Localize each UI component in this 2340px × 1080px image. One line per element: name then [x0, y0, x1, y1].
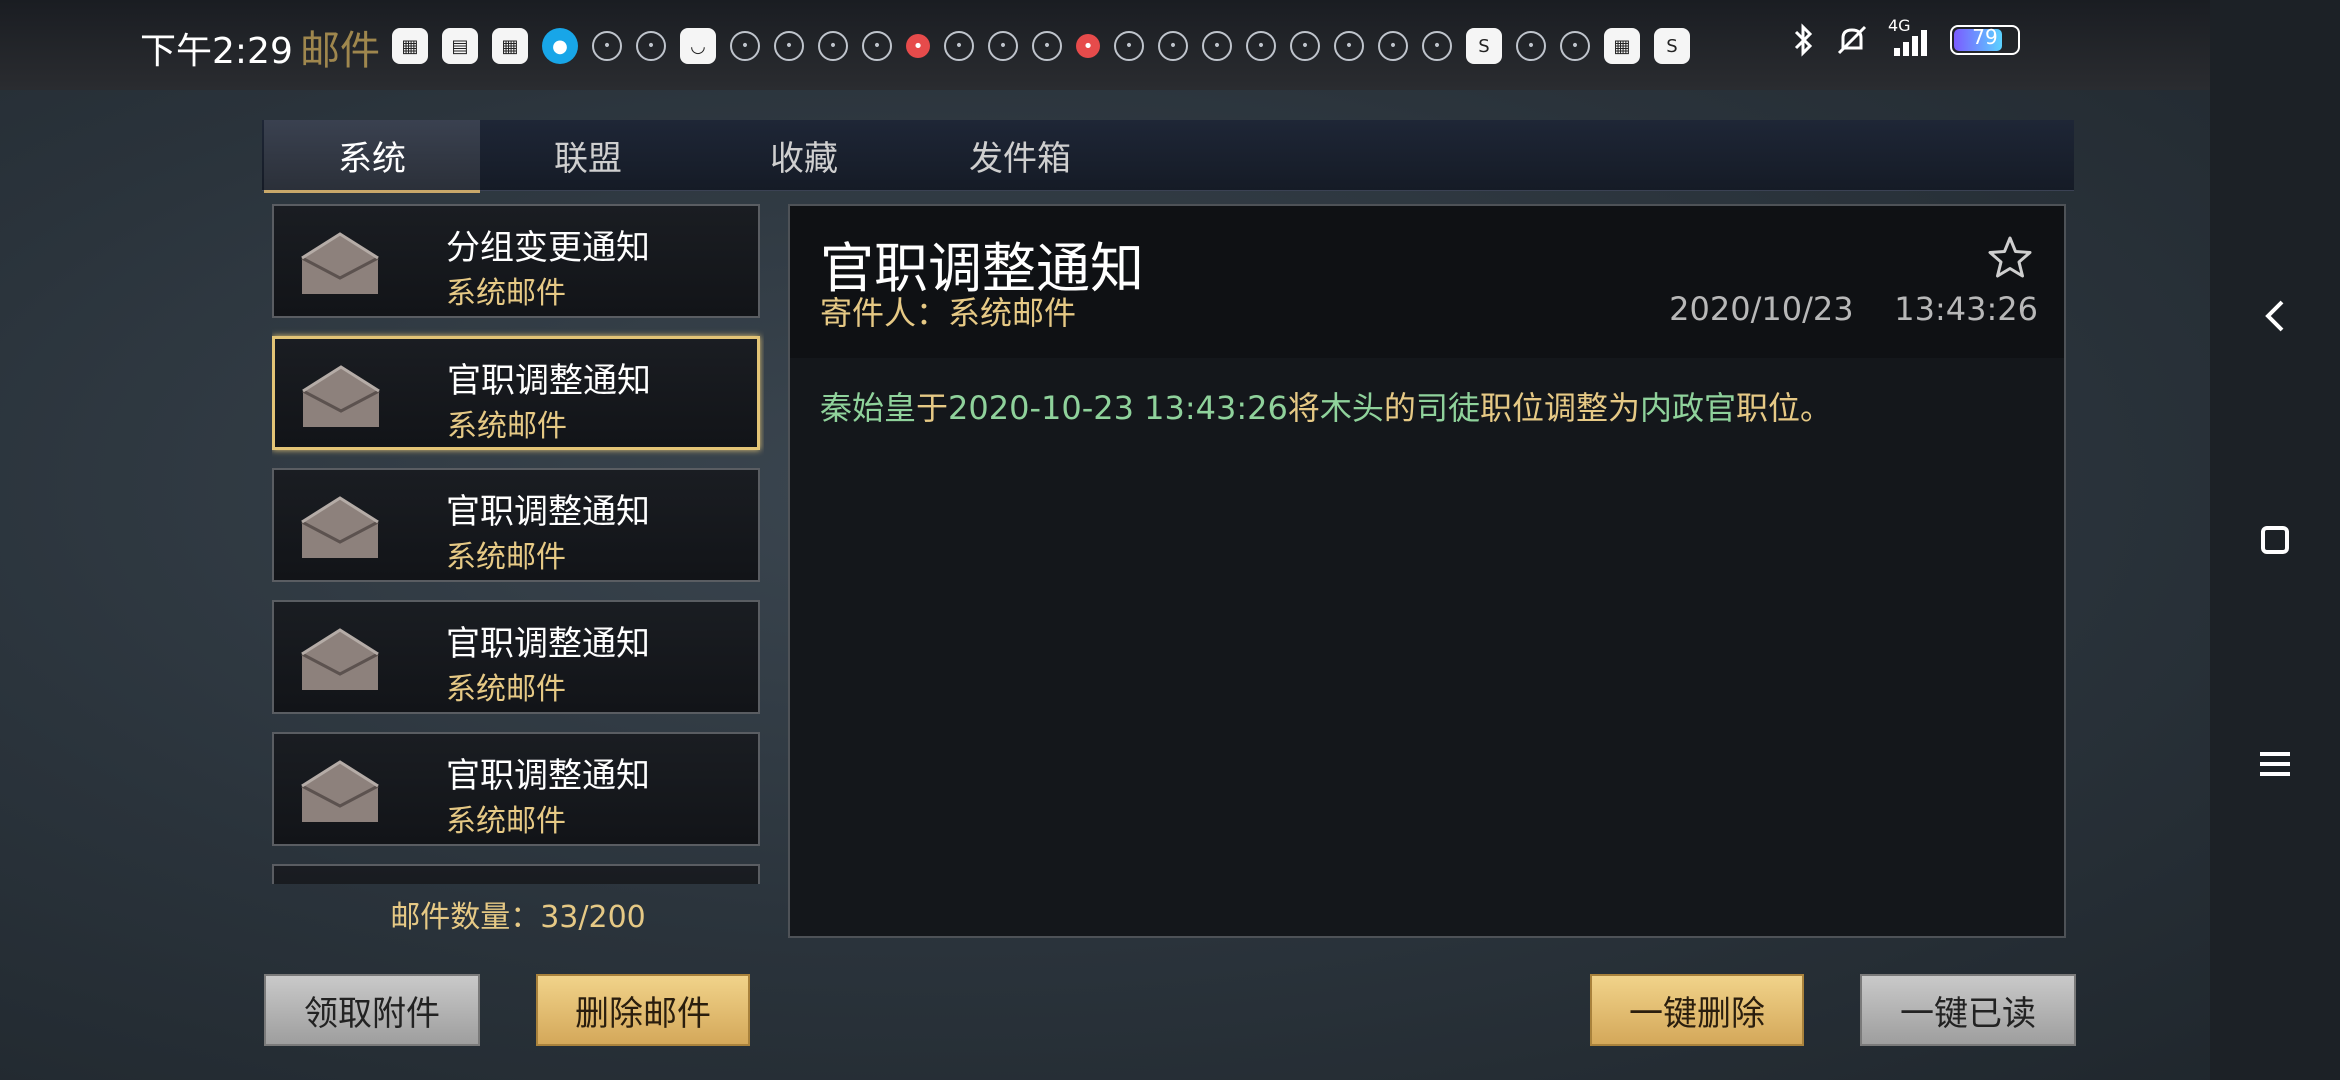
mail-detail: 官职调整通知 寄件人：系统邮件 2020/10/23 13:43:26 秦始皇于… — [788, 204, 2066, 938]
notification-icon: • — [988, 31, 1018, 61]
app-icon: ▦ — [1604, 28, 1640, 64]
notification-icon: • — [906, 34, 930, 58]
mail-count: 邮件数量：33/200 — [390, 900, 646, 935]
mail-tabs: 系统 联盟 收藏 发件箱 — [262, 120, 2074, 193]
open-envelope-icon — [301, 628, 379, 690]
mail-sender: 系统邮件 — [447, 409, 567, 444]
body-position: 司徒 — [1415, 389, 1480, 427]
list-item[interactable] — [272, 864, 760, 884]
body-name: 木头 — [1319, 389, 1384, 427]
notification-icon: • — [862, 31, 892, 61]
open-envelope-icon — [301, 496, 379, 558]
notification-icon: • — [1158, 31, 1188, 61]
app-icon: ▦ — [492, 28, 528, 64]
tab-system[interactable]: 系统 — [264, 120, 480, 193]
delete-all-button[interactable]: 一键删除 — [1590, 974, 1804, 1046]
detail-timestamp: 2020/10/23 13:43:26 — [1669, 290, 2038, 328]
navigation-bar — [2210, 0, 2340, 1080]
app-icon: S — [1466, 28, 1502, 64]
app-icon: ▦ — [392, 28, 428, 64]
body-datetime: 2020-10-23 13:43:26 — [948, 389, 1288, 427]
list-item[interactable]: 官职调整通知 系统邮件 — [272, 336, 760, 450]
notification-icon: • — [818, 31, 848, 61]
battery-icon: 79 — [1950, 25, 2020, 55]
notification-icon: • — [1114, 31, 1144, 61]
delete-mail-button[interactable]: 删除邮件 — [536, 974, 750, 1046]
detail-time: 13:43:26 — [1894, 290, 2038, 328]
home-button[interactable] — [2210, 500, 2340, 580]
mark-all-read-button[interactable]: 一键已读 — [1860, 974, 2076, 1046]
notification-icon: • — [1334, 31, 1364, 61]
notification-icon: • — [1202, 31, 1232, 61]
mail-sender: 系统邮件 — [446, 276, 566, 311]
system-indicators: 4G 79 — [1790, 16, 2020, 58]
notification-icon: • — [592, 31, 622, 61]
notification-icons: ▦ ▤ ▦ ● • • ◡ • • • • • • • • • • • • • … — [392, 26, 1690, 66]
notification-icon: • — [1076, 34, 1100, 58]
list-item[interactable]: 官职调整通知 系统邮件 — [272, 600, 760, 714]
body-position: 内政官 — [1639, 389, 1736, 427]
star-icon[interactable] — [1986, 234, 2034, 282]
square-icon — [2261, 526, 2289, 554]
mail-sender: 系统邮件 — [446, 540, 566, 575]
notification-icon: • — [944, 31, 974, 61]
back-button[interactable] — [2210, 276, 2340, 356]
mail-title: 官职调整通知 — [446, 624, 650, 664]
body-text: 职位。 — [1735, 389, 1832, 427]
signal-icon — [1894, 30, 1927, 56]
tab-alliance[interactable]: 联盟 — [480, 120, 696, 190]
notification-icon: • — [1422, 31, 1452, 61]
notification-icon: • — [1378, 31, 1408, 61]
body-name: 秦始皇 — [820, 389, 917, 427]
tab-favorites[interactable]: 收藏 — [696, 120, 912, 190]
list-item[interactable]: 官职调整通知 系统邮件 — [272, 468, 760, 582]
mail-title: 官职调整通知 — [446, 756, 650, 796]
bluetooth-icon — [1794, 23, 1813, 57]
list-item[interactable]: 官职调整通知 系统邮件 — [272, 732, 760, 846]
chevron-left-icon — [2265, 300, 2284, 332]
status-bar: 下午2:29 邮件 ▦ ▤ ▦ ● • • ◡ • • • • • • • • … — [0, 0, 2210, 90]
recents-button[interactable] — [2210, 724, 2340, 804]
body-text: 于 — [916, 389, 949, 427]
mail-detail-header: 官职调整通知 寄件人：系统邮件 2020/10/23 13:43:26 — [790, 206, 2064, 358]
detail-sender: 寄件人：系统邮件 — [820, 294, 1077, 332]
mi-icon: ▤ — [442, 28, 478, 64]
notification-icon: • — [1516, 31, 1546, 61]
notification-icon: • — [1246, 31, 1276, 61]
tab-outbox[interactable]: 发件箱 — [912, 120, 1128, 190]
mail-title: 官职调整通知 — [447, 361, 651, 401]
notification-icon: • — [1290, 31, 1320, 61]
mail-body: 秦始皇于2020-10-23 13:43:26将木头的司徒职位调整为内政官职位。 — [820, 384, 2034, 432]
notification-icon: • — [636, 31, 666, 61]
claim-attachments-button[interactable]: 领取附件 — [264, 974, 480, 1046]
body-text: 将 — [1287, 389, 1320, 427]
clock: 下午2:29 — [140, 31, 293, 72]
list-item[interactable]: 分组变更通知 系统邮件 — [272, 204, 760, 318]
mail-sender: 系统邮件 — [446, 672, 566, 707]
notification-icon: • — [774, 31, 804, 61]
battery-level: 79 — [1972, 25, 1998, 49]
menu-icon — [2260, 752, 2290, 776]
browser-icon: ● — [542, 28, 578, 64]
mail-sender: 系统邮件 — [446, 804, 566, 839]
mail-title: 官职调整通知 — [446, 492, 650, 532]
body-text: 职位调整为 — [1479, 389, 1640, 427]
mute-icon — [1837, 25, 1867, 55]
signal-indicator: 4G — [1888, 16, 1932, 58]
open-envelope-icon — [301, 760, 379, 822]
notification-icon: • — [730, 31, 760, 61]
mail-title: 分组变更通知 — [446, 228, 650, 268]
detail-date: 2020/10/23 — [1669, 290, 1854, 328]
shopping-bag-icon: ◡ — [680, 28, 716, 64]
open-envelope-icon — [301, 232, 379, 294]
app-title: 邮件 — [300, 28, 380, 74]
open-envelope-icon — [302, 365, 380, 427]
app-icon: S — [1654, 28, 1690, 64]
mail-list[interactable]: 分组变更通知 系统邮件 官职调整通知 系统邮件 官职调整通知 系统邮件 官职调整… — [272, 204, 764, 884]
notification-icon: • — [1032, 31, 1062, 61]
body-text: 的 — [1383, 389, 1416, 427]
notification-icon: • — [1560, 31, 1590, 61]
